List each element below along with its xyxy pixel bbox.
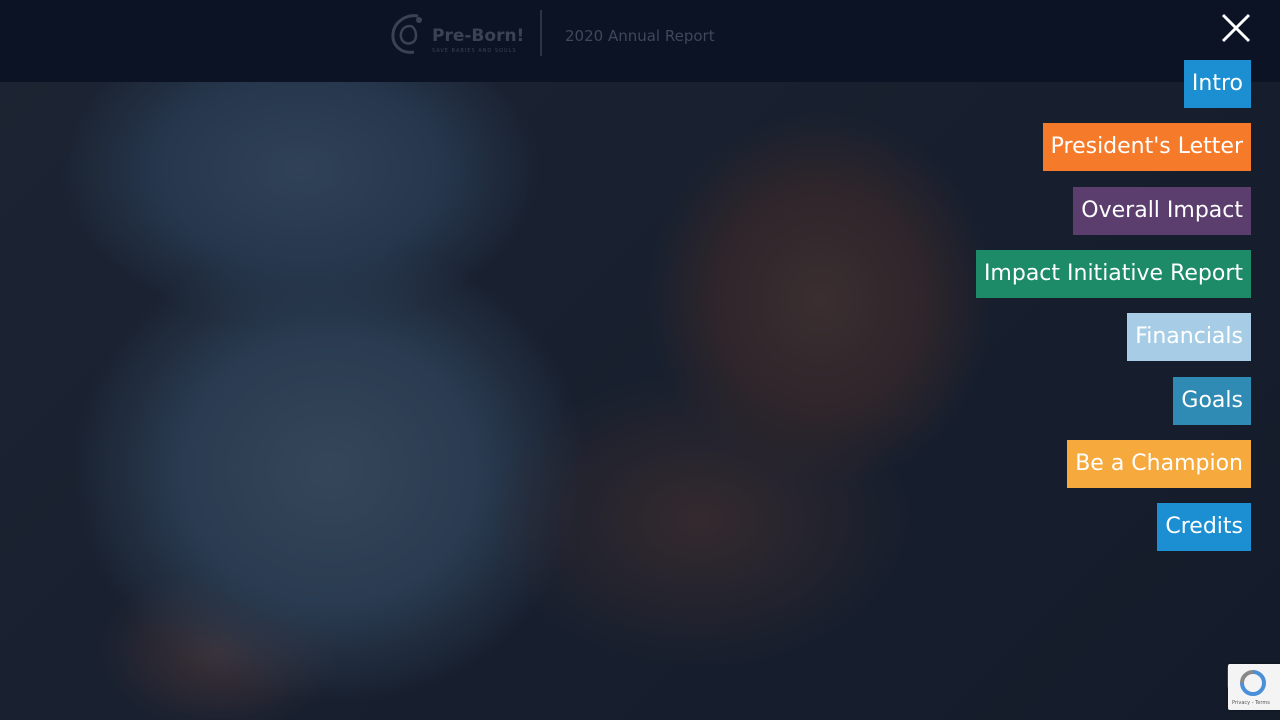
header-divider — [540, 10, 542, 56]
menu-item-overall-impact[interactable]: Overall Impact — [1073, 187, 1251, 235]
menu-item-impact-initiative-report[interactable]: Impact Initiative Report — [975, 250, 1251, 298]
menu-overlay-dim[interactable] — [0, 0, 1280, 720]
close-menu-button[interactable] — [1218, 10, 1254, 46]
preborn-logo[interactable]: Pre-Born! SAVE BABIES AND SOULS — [388, 8, 528, 58]
menu-overlay-page: Pre-Born! SAVE BABIES AND SOULS 2020 Ann… — [0, 0, 1280, 720]
brand-tagline: SAVE BABIES AND SOULS — [432, 48, 517, 54]
brand-name: Pre-Born! — [432, 26, 525, 46]
menu-item-intro[interactable]: Intro — [1183, 60, 1251, 108]
report-title: 2020 Annual Report — [565, 27, 715, 45]
menu-item-be-a-champion[interactable]: Be a Champion — [1067, 440, 1251, 488]
recaptcha-badge[interactable]: Privacy - Terms — [1228, 664, 1280, 710]
preborn-logo-mark-icon — [391, 14, 422, 54]
menu-item-credits[interactable]: Credits — [1157, 503, 1251, 551]
top-header-bar: Pre-Born! SAVE BABIES AND SOULS 2020 Ann… — [0, 0, 1280, 82]
close-icon — [1221, 13, 1251, 43]
recaptcha-icon — [1240, 670, 1266, 696]
menu-item-financials[interactable]: Financials — [1127, 313, 1251, 361]
menu-item-goals[interactable]: Goals — [1173, 377, 1251, 425]
recaptcha-privacy-terms[interactable]: Privacy - Terms — [1232, 700, 1270, 706]
menu-item-president-s-letter[interactable]: President's Letter — [1042, 123, 1251, 171]
